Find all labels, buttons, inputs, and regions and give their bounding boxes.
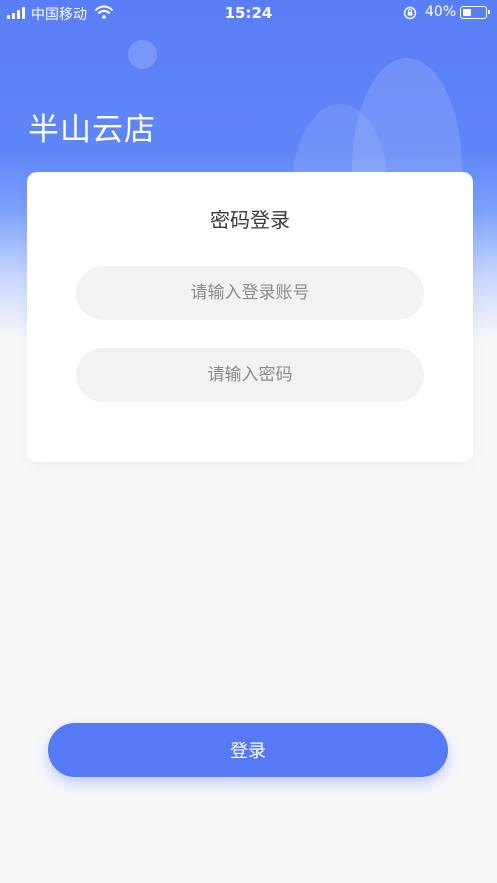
password-input[interactable] bbox=[76, 348, 424, 402]
rotation-lock-icon bbox=[403, 6, 417, 24]
account-input[interactable] bbox=[76, 266, 424, 320]
login-button[interactable]: 登录 bbox=[48, 723, 448, 777]
status-bar: 中国移动 15:24 40% bbox=[0, 0, 497, 26]
battery-icon bbox=[460, 6, 490, 19]
login-card-title: 密码登录 bbox=[210, 208, 290, 232]
login-card: 密码登录 bbox=[27, 172, 473, 462]
brand-title: 半山云店 bbox=[28, 112, 156, 148]
decorative-bubble bbox=[128, 40, 157, 69]
battery-percent: 40% bbox=[425, 4, 457, 20]
status-time: 15:24 bbox=[224, 4, 273, 22]
